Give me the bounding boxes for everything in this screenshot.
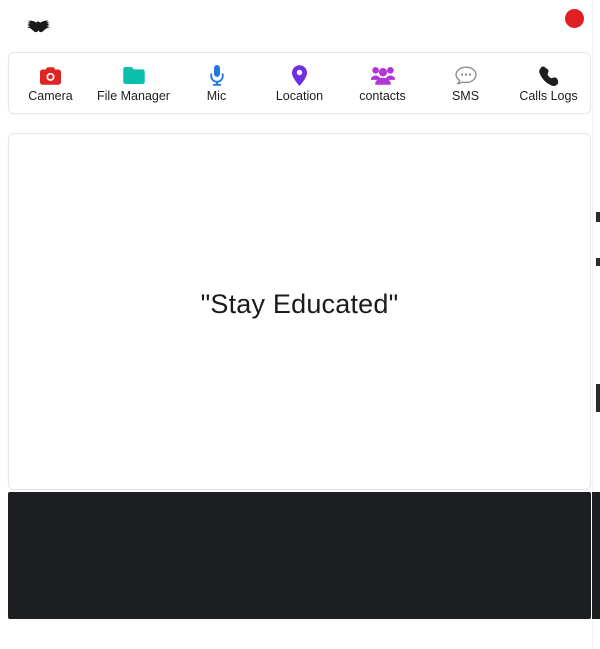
scrollbar-marker bbox=[596, 258, 600, 266]
nav-label-file-manager: File Manager bbox=[97, 89, 170, 104]
phone-icon bbox=[539, 65, 558, 86]
nav-label-mic: Mic bbox=[206, 89, 227, 104]
nav-label-contacts: contacts bbox=[359, 89, 406, 104]
microphone-icon bbox=[209, 65, 224, 86]
sms-bubble-icon bbox=[454, 65, 477, 86]
app-footer bbox=[8, 492, 591, 619]
feature-nav-bar: Camera File Manager Mic Location contact… bbox=[8, 52, 591, 114]
nav-label-camera: Camera bbox=[28, 89, 73, 104]
page-headline: "Stay Educated" bbox=[200, 289, 399, 319]
nav-item-calls-logs[interactable]: Calls Logs bbox=[507, 53, 590, 113]
nav-item-sms[interactable]: SMS bbox=[424, 53, 507, 113]
page-scrollbar[interactable] bbox=[592, 0, 600, 649]
nav-item-location[interactable]: Location bbox=[258, 53, 341, 113]
nav-item-contacts[interactable]: contacts bbox=[341, 53, 424, 113]
nav-item-file-manager[interactable]: File Manager bbox=[92, 53, 175, 113]
scrollbar-marker bbox=[596, 384, 600, 412]
app-header bbox=[0, 0, 592, 52]
nav-label-location: Location bbox=[275, 89, 324, 104]
scrollbar-marker bbox=[596, 212, 600, 222]
bat-eagle-logo bbox=[24, 18, 52, 36]
contacts-icon bbox=[370, 65, 395, 86]
scrollbar-thumb[interactable] bbox=[592, 492, 600, 619]
app-root: Camera File Manager Mic Location contact… bbox=[0, 0, 600, 649]
nav-item-mic[interactable]: Mic bbox=[175, 53, 258, 113]
nav-label-calls-logs: Calls Logs bbox=[519, 89, 578, 104]
recording-indicator[interactable] bbox=[565, 9, 584, 28]
nav-item-camera[interactable]: Camera bbox=[9, 53, 92, 113]
nav-label-sms: SMS bbox=[451, 89, 480, 104]
camera-icon bbox=[40, 65, 61, 86]
map-pin-icon bbox=[292, 65, 307, 87]
main-content-panel: "Stay Educated" bbox=[8, 133, 591, 490]
folder-icon bbox=[122, 65, 145, 86]
